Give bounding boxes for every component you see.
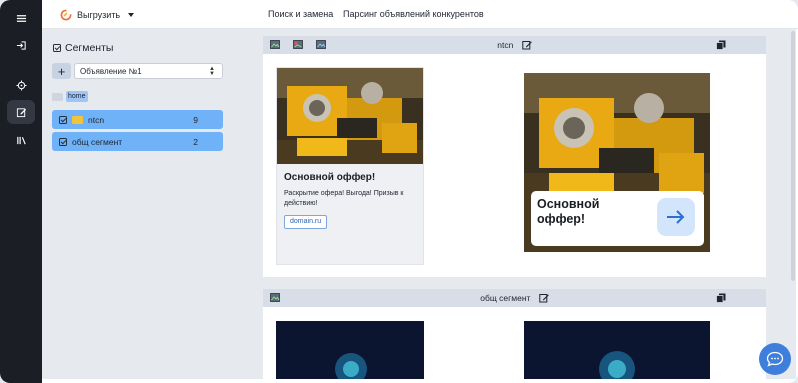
copy-icon[interactable] [716,293,726,303]
target-icon[interactable] [7,73,35,97]
login-icon[interactable] [7,33,35,57]
edit-title-icon[interactable] [522,40,532,50]
ad-preview-large[interactable] [524,321,710,379]
edit-title-icon[interactable] [539,293,549,303]
select-arrows-icon: ▲ ▼ [209,66,215,77]
chevron-down-icon [128,13,135,17]
edit-icon[interactable] [7,100,35,124]
home-folder[interactable]: home [52,91,88,102]
card-title: ntcn [263,40,766,50]
ad-preview-large[interactable]: Основной оффер! [524,73,710,252]
nav-competitor-parsing[interactable]: Парсинг объявлений конкурентов [343,9,484,19]
add-segment-button[interactable]: + [52,63,71,79]
segment-label: ntcn [88,114,105,125]
card-header: общ сегмент [263,289,766,307]
ad-title: Основной оффер! [284,172,376,183]
upload-logo-icon [60,9,72,21]
menu-icon[interactable] [7,6,35,30]
folder-icon [52,92,63,101]
nav-search-replace[interactable]: Поиск и замена [268,9,333,19]
card-title-text: ntcn [497,40,514,50]
segments-title: Сегменты [53,42,113,54]
ad-preview-small[interactable] [276,321,424,379]
main-scrollbar[interactable] [790,29,796,379]
checkbox-icon[interactable] [59,115,67,124]
segment-card: общ сегмент [263,289,766,379]
main-content: ntcn Основной оффер! Раскрытие офера! Вы… [233,29,796,379]
segments-sidebar: Сегменты + Объявление №1 ▲ ▼ home ntcn 9 … [42,29,233,379]
segment-count: 9 [193,115,198,125]
engine-photo [277,68,423,164]
chat-button[interactable] [759,343,791,375]
offer-arrow-button[interactable] [657,198,695,236]
offer-box: Основной оффер! [531,191,704,246]
segment-card: ntcn Основной оффер! Раскрытие офера! Вы… [263,36,766,277]
card-title-text: общ сегмент [480,293,531,303]
checkbox-icon[interactable] [59,137,67,146]
card-title: общ сегмент [263,293,766,303]
copy-icon[interactable] [716,40,726,50]
ad-select[interactable]: Объявление №1 ▲ ▼ [74,63,223,79]
home-label: home [66,91,88,102]
left-rail [0,0,42,383]
checkbox-icon [53,44,61,52]
library-icon[interactable] [7,128,35,152]
segment-item-common[interactable]: общ сегмент 2 [52,132,223,151]
chat-icon [766,351,784,367]
scrollbar-thumb[interactable] [791,31,795,281]
segment-label: общ сегмент [72,136,123,147]
ad-preview-small[interactable]: Основной оффер! Раскрытие офера! Выгода!… [276,67,424,265]
arrow-right-icon [667,210,685,224]
ad-select-value: Объявление №1 [80,67,142,76]
top-bar: Выгрузить Поиск и замена Парсинг объявле… [42,0,798,29]
app-window: Выгрузить Поиск и замена Парсинг объявле… [0,0,798,383]
upload-button[interactable]: Выгрузить [60,8,135,22]
offer-title: Основной оффер! [537,197,600,226]
ad-description: Раскрытие офера! Выгода! Призыв к действ… [284,190,404,207]
card-header: ntcn [263,36,766,54]
upload-label: Выгрузить [77,10,121,20]
segments-title-text: Сегменты [65,42,114,54]
segment-item-ntcn[interactable]: ntcn 9 [52,110,223,129]
folder-icon [72,115,83,124]
ad-domain-link[interactable]: domain.ru [284,215,328,229]
segment-count: 2 [193,137,198,147]
